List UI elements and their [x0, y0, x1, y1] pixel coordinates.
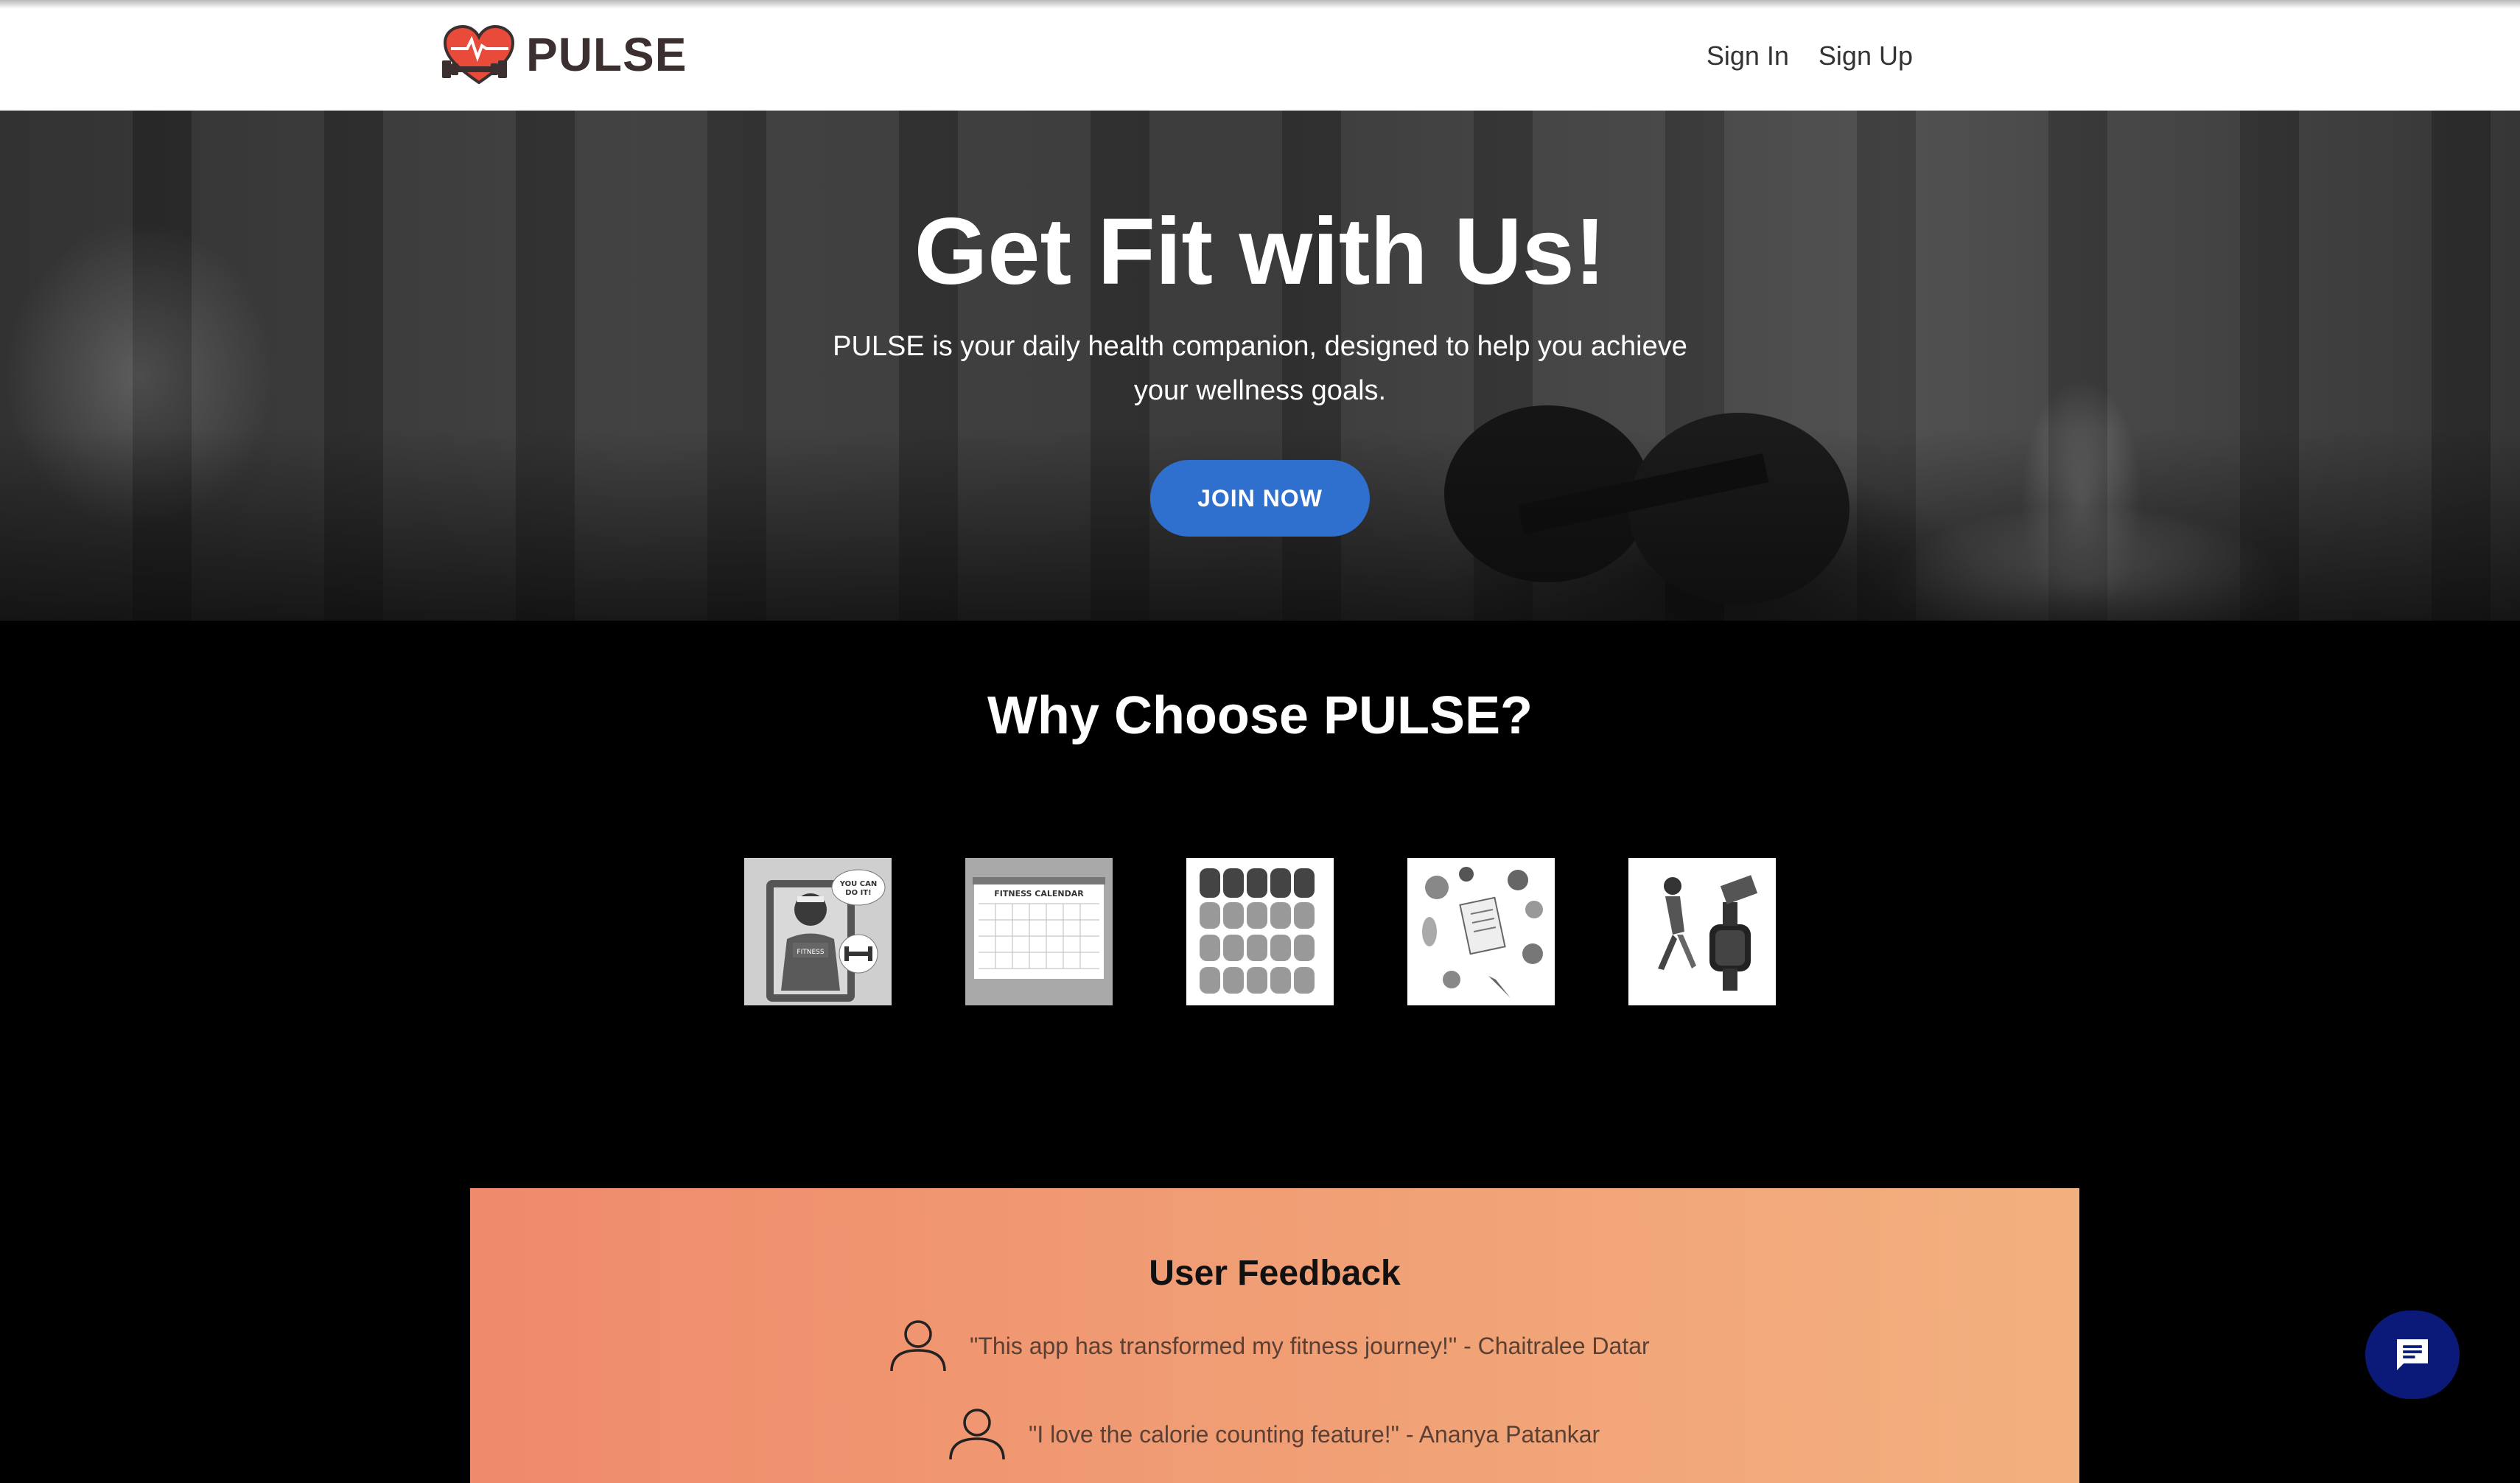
- sign-in-link[interactable]: Sign In: [1707, 35, 1789, 77]
- feedback-item: "I love the calorie counting feature!" -…: [946, 1406, 1600, 1462]
- sign-up-link[interactable]: Sign Up: [1819, 35, 1913, 77]
- feedback-text: "I love the calorie counting feature!" -…: [1029, 1420, 1600, 1448]
- hero-subtitle: PULSE is your daily health companion, de…: [833, 331, 1687, 406]
- svg-text:DO IT!: DO IT!: [845, 889, 871, 897]
- user-avatar-icon: [949, 1409, 1005, 1460]
- user-avatar-icon: [890, 1320, 946, 1372]
- why-choose-title: Why Choose PULSE?: [987, 686, 1533, 745]
- brand[interactable]: PULSE: [441, 24, 687, 86]
- you-can-do-it-text: YOU CAN: [839, 880, 877, 888]
- heart-dumbbell-logo-icon: [442, 24, 515, 85]
- auth-nav: Sign In Sign Up: [1707, 35, 1913, 77]
- motivation-illustration-icon[interactable]: FITNESS YOU CAN DO IT!: [744, 858, 892, 1005]
- calendar-title-text: FITNESS CALENDAR: [994, 889, 1084, 898]
- hero-title: Get Fit with Us!: [914, 199, 1606, 304]
- feedback-text: "This app has transformed my fitness jou…: [970, 1332, 1650, 1359]
- nutrition-chart-illustration-icon[interactable]: [1186, 858, 1334, 1005]
- user-feedback-title: User Feedback: [1149, 1254, 1401, 1293]
- user-feedback-section: User Feedback "This app has transformed …: [470, 1188, 2079, 1483]
- feedback-item: "This app has transformed my fitness jou…: [887, 1318, 1650, 1374]
- brand-name: PULSE: [526, 28, 687, 81]
- chat-button[interactable]: [2365, 1311, 2460, 1399]
- navbar-shadow: [0, 0, 2520, 9]
- smartwatch-tracking-illustration-icon[interactable]: [1628, 858, 1776, 1005]
- features-row: FITNESS YOU CAN DO IT! FITNESS CALENDAR: [744, 858, 1776, 1005]
- hero-section: Get Fit with Us! PULSE is your daily hea…: [0, 111, 2520, 621]
- top-navbar: PULSE Sign In Sign Up: [0, 0, 2520, 111]
- fitness-badge-text: FITNESS: [797, 949, 824, 956]
- fitness-calendar-illustration-icon[interactable]: FITNESS CALENDAR: [965, 858, 1113, 1005]
- chat-icon: [2397, 1339, 2428, 1370]
- join-now-button[interactable]: JOIN NOW: [1150, 460, 1370, 537]
- diet-plan-illustration-icon[interactable]: [1407, 858, 1555, 1005]
